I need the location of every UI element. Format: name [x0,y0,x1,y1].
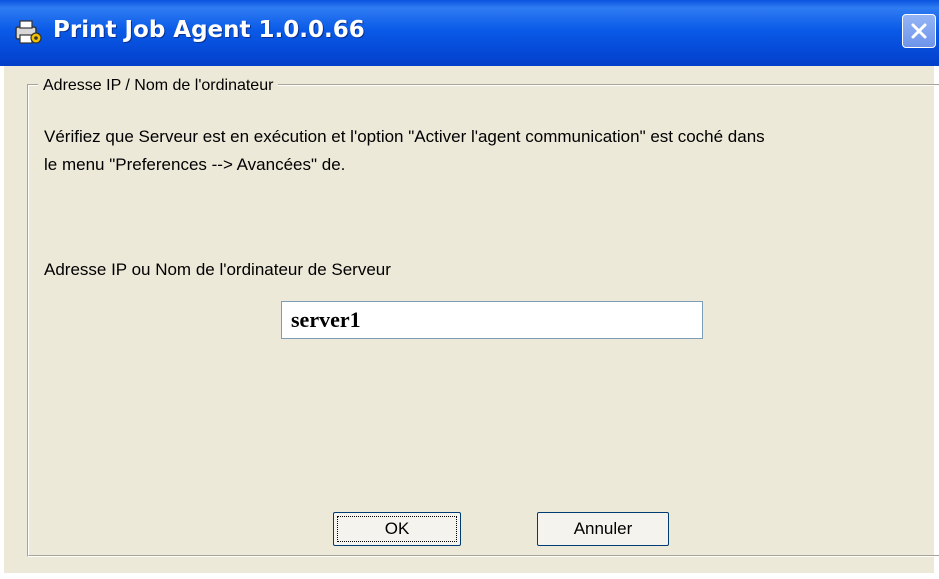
window-title: Print Job Agent 1.0.0.66 [53,17,365,43]
cancel-button[interactable]: Annuler [537,512,669,546]
window-frame-bottom [0,573,939,579]
close-icon [911,23,927,39]
close-button[interactable] [902,14,936,48]
print-agent-icon [14,18,42,46]
ok-button-label: OK [337,516,457,542]
info-line-2: le menu "Preferences --> Avancées" de. [44,155,346,174]
server-field-label: Adresse IP ou Nom de l'ordinateur de Ser… [44,260,391,279]
groupbox-legend: Adresse IP / Nom de l'ordinateur [38,77,279,95]
print-job-agent-dialog: Print Job Agent 1.0.0.66 Adresse IP / No… [0,0,939,579]
title-bar[interactable]: Print Job Agent 1.0.0.66 [0,0,939,66]
info-text: Vérifiez que Serveur est en exécution et… [44,123,924,179]
server-input[interactable] [281,301,703,339]
info-line-1: Vérifiez que Serveur est en exécution et… [44,127,765,146]
ok-button[interactable]: OK [333,512,461,546]
